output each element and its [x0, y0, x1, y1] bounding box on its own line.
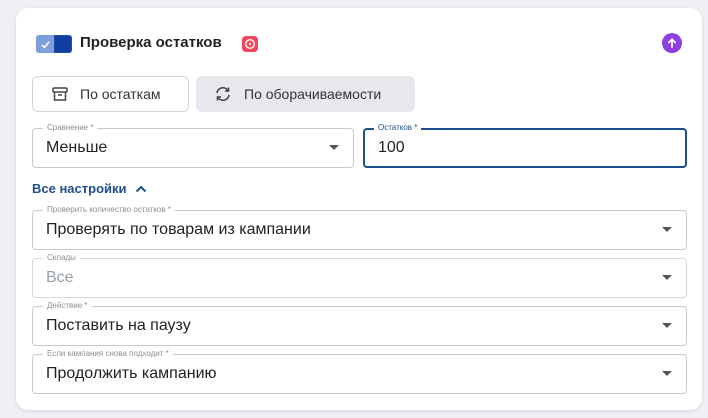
comparison-label: Сравнение * — [43, 123, 98, 133]
comparison-value: Меньше — [46, 139, 108, 156]
video-badge-icon — [242, 36, 258, 52]
check-icon — [36, 35, 54, 53]
comparison-select[interactable]: Сравнение * Меньше — [32, 123, 354, 168]
mode-by-stock-button[interactable]: По остаткам — [32, 76, 189, 112]
action-label: Действие * — [43, 301, 92, 311]
mode-by-stock-label: По остаткам — [80, 86, 161, 102]
action-select[interactable]: Действие * Поставить на паузу — [32, 301, 687, 346]
enable-toggle[interactable] — [36, 35, 72, 53]
chevron-down-icon — [662, 227, 672, 232]
warehouses-label: Склады — [43, 253, 80, 263]
chevron-down-icon — [662, 371, 672, 376]
stock-amount-input[interactable]: Остатков * 100 — [363, 123, 687, 168]
stock-amount-value: 100 — [378, 139, 405, 156]
all-settings-toggle[interactable]: Все настройки — [32, 181, 147, 196]
all-settings-label: Все настройки — [32, 181, 127, 196]
if-matches-select[interactable]: Если кампания снова подходит * Продолжит… — [32, 349, 687, 394]
archive-icon — [51, 85, 69, 103]
check-quantity-value: Проверять по товарам из кампании — [46, 221, 311, 238]
chevron-up-icon — [135, 184, 147, 194]
action-value: Поставить на паузу — [46, 317, 191, 334]
chevron-down-icon — [329, 145, 339, 150]
chevron-down-icon — [662, 275, 672, 280]
card-title: Проверка остатков — [80, 34, 222, 51]
collapse-up-button[interactable] — [662, 33, 682, 53]
chevron-down-icon — [662, 323, 672, 328]
warehouses-value: Все — [46, 269, 74, 286]
check-quantity-select[interactable]: Проверить количество остатков * Проверят… — [32, 205, 687, 250]
if-matches-label: Если кампания снова подходит * — [43, 349, 173, 359]
sync-icon — [213, 85, 233, 103]
arrow-up-icon — [667, 38, 677, 48]
check-quantity-label: Проверить количество остатков * — [43, 205, 175, 215]
if-matches-value: Продолжить кампанию — [46, 365, 217, 382]
mode-by-turnover-button[interactable]: По оборачиваемости — [196, 76, 415, 112]
mode-by-turnover-label: По оборачиваемости — [244, 86, 382, 102]
warehouses-select[interactable]: Склады Все — [32, 253, 687, 298]
stock-amount-label: Остатков * — [374, 123, 422, 133]
